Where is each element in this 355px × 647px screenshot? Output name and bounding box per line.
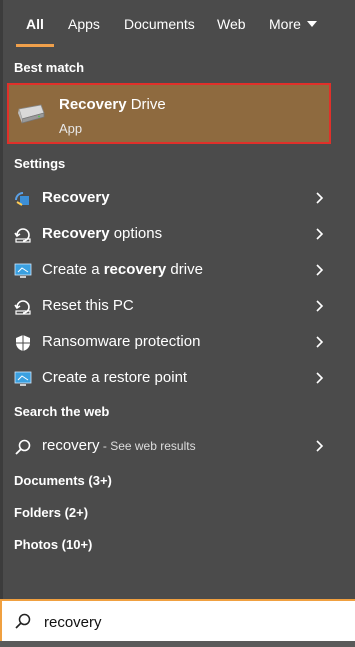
label-pre: Reset this PC	[42, 297, 134, 314]
search-box[interactable]	[0, 599, 355, 645]
drive-icon	[18, 104, 45, 124]
settings-item-label: Create a recovery drive	[42, 261, 203, 278]
search-icon	[15, 613, 31, 629]
tab-apps[interactable]: Apps	[68, 16, 100, 32]
search-web-heading: Search the web	[14, 404, 110, 419]
settings-item-label: Recovery options	[42, 225, 162, 242]
best-match-type: App	[59, 121, 83, 136]
settings-item-recovery-options[interactable]: Recovery options	[0, 216, 355, 252]
recovery-options-icon	[14, 228, 31, 243]
best-match-result[interactable]: Recovery Drive App	[7, 83, 331, 144]
tab-more-label: More	[269, 16, 301, 32]
settings-heading: Settings	[14, 156, 66, 171]
settings-item-label: Reset this PC	[42, 297, 134, 314]
reset-icon	[14, 300, 31, 315]
settings-item-create-recovery-drive[interactable]: Create a recovery drive	[0, 252, 355, 288]
chevron-right-icon	[316, 228, 324, 240]
recovery-icon	[15, 192, 29, 206]
chevron-down-icon	[306, 21, 317, 28]
chevron-right-icon	[316, 372, 324, 384]
web-suffix: - See web results	[99, 439, 196, 453]
chevron-right-icon	[316, 264, 324, 276]
tab-all[interactable]: All	[26, 16, 44, 32]
chevron-right-icon	[316, 336, 324, 348]
tab-bar: All Apps Documents Web More	[0, 0, 355, 50]
label-bold: recovery	[103, 261, 167, 278]
best-match-title-rest: Drive	[126, 96, 166, 113]
group-folders[interactable]: Folders (2+)	[14, 505, 88, 520]
label-pre: Create a restore point	[42, 369, 188, 386]
label-bold: Recovery	[42, 189, 110, 206]
shield-icon	[16, 335, 30, 351]
best-match-title-bold: Recovery	[59, 96, 127, 113]
best-match-title: Recovery Drive	[59, 96, 166, 113]
group-documents[interactable]: Documents (3+)	[14, 473, 112, 488]
settings-item-label: Recovery	[42, 189, 110, 206]
settings-item-recovery[interactable]: Recovery	[0, 180, 355, 216]
settings-item-label: Ransomware protection	[42, 333, 200, 350]
tab-more[interactable]: More	[269, 16, 317, 32]
group-photos[interactable]: Photos (10+)	[14, 537, 92, 552]
settings-item-label: Create a restore point	[42, 369, 187, 386]
search-input[interactable]	[42, 609, 346, 635]
settings-item-create-restore-point[interactable]: Create a restore point	[0, 360, 355, 396]
web-query: recovery	[42, 437, 100, 454]
tab-web[interactable]: Web	[217, 16, 246, 32]
label-bold: Recovery	[42, 225, 110, 242]
web-result-label: recovery - See web results	[42, 437, 196, 454]
label-pre: Ransomware protection	[42, 333, 201, 350]
label-post: options	[109, 225, 163, 242]
label-pre: Create a	[42, 261, 104, 278]
settings-item-ransomware-protection[interactable]: Ransomware protection	[0, 324, 355, 360]
search-icon	[15, 439, 31, 455]
monitor-icon	[14, 263, 32, 278]
tab-documents[interactable]: Documents	[124, 16, 195, 32]
chevron-right-icon	[316, 300, 324, 312]
web-result[interactable]: recovery - See web results	[0, 428, 355, 464]
settings-item-reset-pc[interactable]: Reset this PC	[0, 288, 355, 324]
taskbar-edge	[0, 641, 355, 647]
best-match-heading: Best match	[14, 60, 85, 75]
active-tab-indicator	[16, 44, 54, 47]
chevron-right-icon	[316, 440, 324, 452]
chevron-right-icon	[316, 192, 324, 204]
label-post: drive	[166, 261, 203, 278]
monitor-icon	[14, 371, 32, 386]
